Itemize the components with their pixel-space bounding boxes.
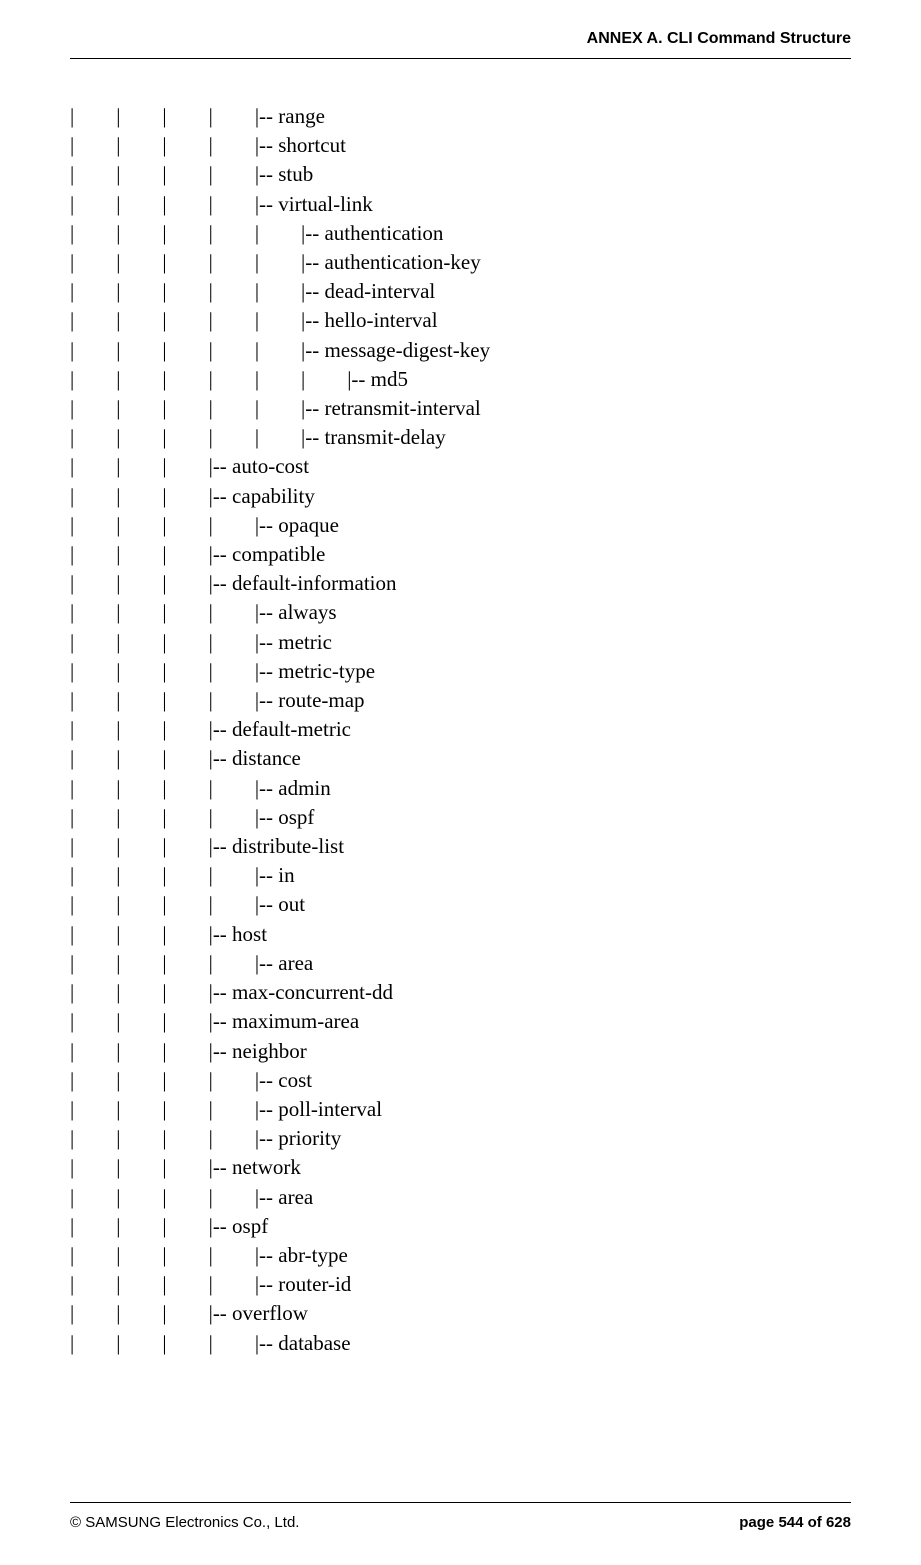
footer-page-number: page 544 of 628 (739, 1514, 851, 1531)
cli-tree: | | | | |-- range | | | | |-- shortcut |… (70, 102, 851, 1358)
footer-copyright: © SAMSUNG Electronics Co., Ltd. (70, 1514, 299, 1531)
top-divider (70, 58, 851, 59)
bottom-divider (70, 1502, 851, 1503)
page-header: ANNEX A. CLI Command Structure (587, 30, 851, 48)
